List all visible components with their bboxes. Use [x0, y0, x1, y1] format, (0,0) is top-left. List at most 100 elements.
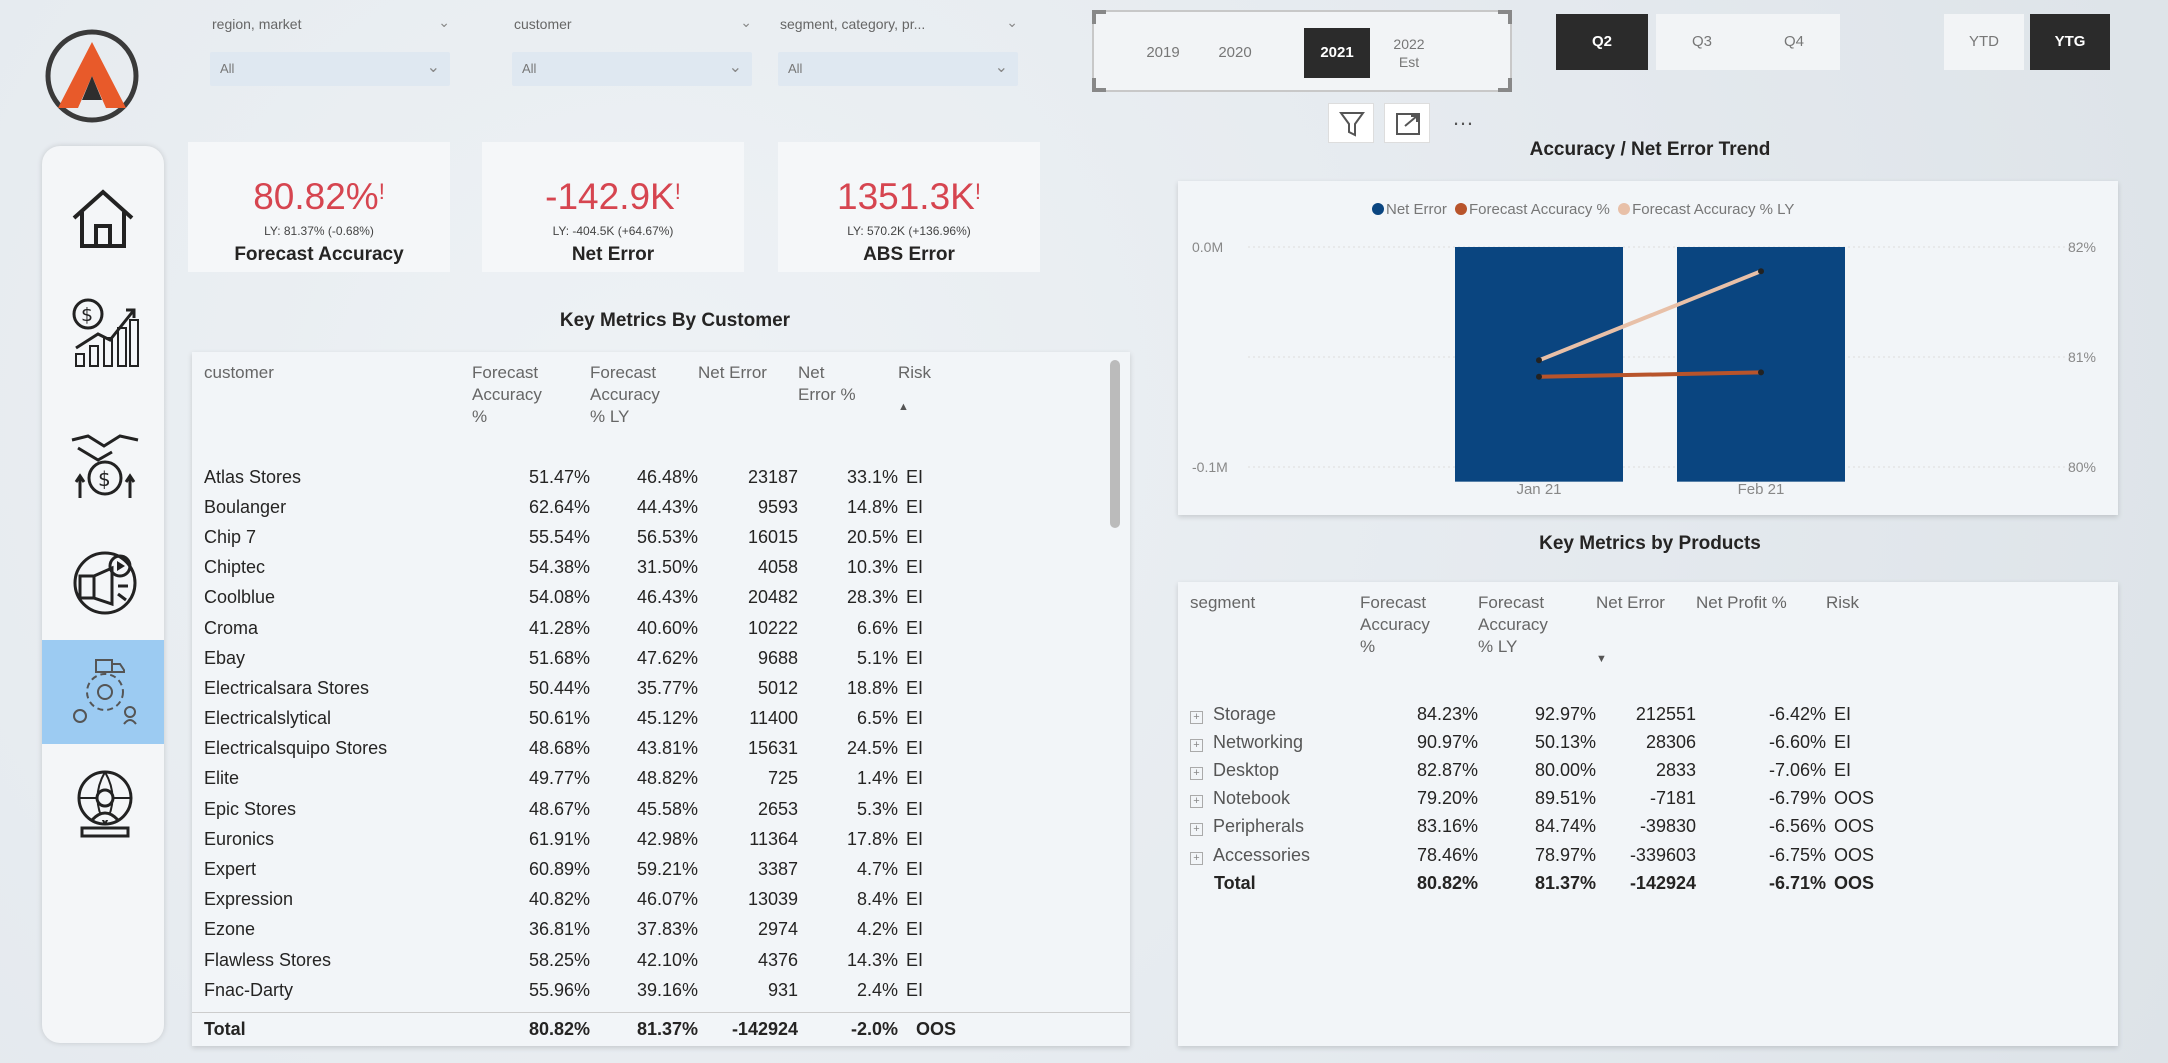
table-cell: Electricalsara Stores — [204, 677, 370, 698]
nav-sales[interactable]: $ — [42, 414, 164, 518]
company-logo — [44, 28, 140, 124]
table-row[interactable]: Expert 60.89% 59.21% 3387 4.7% EI — [204, 854, 958, 884]
column-header[interactable]: Net Profit % — [1696, 592, 1826, 700]
table-row[interactable]: + Networking 90.97% 50.13% 28306 -6.60% EI — [1190, 728, 1886, 756]
filter-icon[interactable] — [1328, 103, 1374, 143]
table-cell: 80.82% — [1416, 872, 1478, 893]
table-cell: 18.8% — [846, 677, 898, 698]
expand-icon[interactable]: + — [1190, 851, 1203, 865]
column-header[interactable]: Net Error — [698, 362, 798, 462]
accuracy-net-error-trend-chart: Net Error Forecast Accuracy % Forecast A… — [1178, 181, 2118, 515]
table-row[interactable]: Ezone 36.81% 37.83% 2974 4.2% EI — [204, 915, 958, 945]
column-header[interactable]: Risk ▲ — [898, 362, 958, 462]
more-options-icon[interactable]: … — [1440, 103, 1486, 143]
segment-category-dropdown[interactable]: All ⌄ — [778, 52, 1018, 86]
table-cell: 92.97% — [1534, 703, 1596, 724]
table-row[interactable]: Atlas Stores 51.47% 46.48% 23187 33.1% EI — [204, 462, 958, 492]
table-row[interactable]: + Notebook 79.20% 89.51% -7181 -6.79% OOS — [1190, 785, 1886, 813]
table-row[interactable]: Fnac-Darty 55.96% 39.16% 931 2.4% EI — [204, 975, 958, 1005]
table-cell: 47.62% — [636, 647, 698, 668]
table-cell: Expression — [204, 889, 294, 910]
table-cell: -7.06% — [1768, 759, 1826, 780]
column-header[interactable]: Forecast Accuracy% LY — [590, 362, 698, 462]
chevron-down-icon: ⌄ — [438, 14, 450, 30]
navigation-sidebar: $ $ — [42, 146, 164, 1043]
ytd-button[interactable]: YTD — [1944, 14, 2024, 70]
table-row[interactable]: Chiptec 54.38% 31.50% 4058 10.3% EI — [204, 553, 958, 583]
region-market-dropdown[interactable]: All ⌄ — [210, 52, 450, 86]
quarter-q3-button[interactable]: Q3 — [1656, 14, 1748, 70]
column-header[interactable]: Forecast Accuracy% — [1360, 592, 1478, 700]
nav-marketing[interactable] — [42, 532, 164, 636]
year-2020-button[interactable]: 2020 — [1202, 28, 1268, 78]
column-header[interactable]: Forecast Accuracy% LY — [1478, 592, 1596, 700]
table-row[interactable]: Electricalsara Stores 50.44% 35.77% 5012 18.… — [204, 673, 958, 703]
table-cell: 55.96% — [528, 979, 590, 1000]
expand-icon[interactable]: + — [1190, 795, 1203, 809]
table-row[interactable]: Ebay 51.68% 47.62% 9688 5.1% EI — [204, 643, 958, 673]
table-row[interactable]: + Desktop 82.87% 80.00% 2833 -7.06% EI — [1190, 756, 1886, 784]
year-2021-button[interactable]: 2021 — [1304, 28, 1370, 78]
table-row[interactable]: + Storage 84.23% 92.97% 212551 -6.42% EI — [1190, 700, 1886, 728]
table-row[interactable]: + Accessories 78.46% 78.97% -339603 -6.75% OOS — [1190, 841, 1886, 869]
table-cell: 84.23% — [1416, 703, 1478, 724]
table-cell: EI — [906, 708, 924, 729]
region-market-slicer[interactable]: region, market ⌄ All ⌄ — [200, 12, 450, 86]
total-cell: 80.82% — [528, 1019, 590, 1039]
quarter-q2-button[interactable]: Q2 — [1556, 14, 1648, 70]
table-row[interactable]: Euronics 61.91% 42.98% 11364 17.8% EI — [204, 824, 958, 854]
customer-slicer[interactable]: customer ⌄ All ⌄ — [502, 12, 752, 86]
table-row[interactable]: Epic Stores 48.67% 45.58% 2653 5.3% EI — [204, 794, 958, 824]
nav-finance[interactable]: $ — [42, 282, 164, 386]
table-row[interactable]: Chip 7 55.54% 56.53% 16015 20.5% EI — [204, 522, 958, 552]
expand-icon[interactable]: + — [1190, 823, 1203, 837]
table-cell: Euronics — [204, 828, 275, 849]
expand-icon[interactable]: + — [1190, 710, 1203, 724]
column-header[interactable]: segment — [1190, 592, 1360, 700]
customer-dropdown[interactable]: All ⌄ — [512, 52, 752, 86]
table-scrollbar[interactable] — [1110, 360, 1120, 528]
table-cell: 80.00% — [1534, 759, 1596, 780]
sort-descending-icon: ▼ — [1596, 653, 1607, 665]
kpi-title: Forecast Accuracy — [234, 244, 404, 265]
table-row[interactable]: Expression 40.82% 46.07% 13039 8.4% EI — [204, 885, 958, 915]
table-row[interactable]: + Peripherals 83.16% 84.74% -39830 -6.56% OOS — [1190, 813, 1886, 841]
expand-icon[interactable]: + — [1190, 738, 1203, 752]
table-cell: EI — [906, 798, 924, 819]
column-header[interactable]: Net Error % — [798, 362, 898, 462]
svg-text:$: $ — [98, 467, 111, 491]
table-cell: 5012 — [757, 677, 798, 698]
table-cell: + Notebook — [1190, 785, 1360, 813]
segment-category-slicer[interactable]: segment, category, pr... ⌄ All ⌄ — [768, 12, 1018, 86]
table-cell: 5.1% — [856, 647, 898, 668]
table-cell: 46.07% — [636, 889, 698, 910]
table-row[interactable]: Flawless Stores 58.25% 42.10% 4376 14.3% EI — [204, 945, 958, 975]
kpi-forecast-accuracy: 80.82%! LY: 81.37% (-0.68%) Forecast Acc… — [188, 142, 450, 272]
quarter-q4-button[interactable]: Q4 — [1748, 14, 1840, 70]
table-row[interactable]: Elite 49.77% 48.82% 725 1.4% EI — [204, 764, 958, 794]
table-cell: 62.64% — [528, 496, 590, 517]
nav-supply-chain[interactable] — [42, 640, 164, 744]
column-header[interactable]: Forecast Accuracy% — [472, 362, 590, 462]
table-row[interactable]: Electricalsquipo Stores 48.68% 43.81% 15631… — [204, 734, 958, 764]
table-row[interactable]: Boulanger 62.64% 44.43% 9593 14.8% EI — [204, 492, 958, 522]
expand-icon[interactable]: + — [1190, 766, 1203, 780]
year-2022-est-button[interactable]: 2022 Est — [1376, 28, 1442, 78]
table-cell: 16015 — [747, 526, 798, 547]
ytg-button[interactable]: YTG — [2030, 14, 2110, 70]
table-cell: 35.77% — [636, 677, 698, 698]
column-header[interactable]: Net Error ▼ — [1596, 592, 1696, 700]
table-cell: EI — [906, 466, 924, 487]
chevron-down-icon: ⌄ — [728, 59, 742, 76]
table-row[interactable]: Electricalslytical 50.61% 45.12% 11400 6.5% E… — [204, 704, 958, 734]
nav-home[interactable] — [42, 170, 164, 274]
table-row[interactable]: Croma 41.28% 40.60% 10222 6.6% EI — [204, 613, 958, 643]
column-header[interactable]: customer — [204, 362, 472, 462]
nav-executive[interactable] — [42, 754, 164, 858]
column-header[interactable]: Risk — [1826, 592, 1886, 700]
table-cell: 20482 — [747, 587, 798, 608]
focus-mode-icon[interactable] — [1384, 103, 1430, 143]
year-2019-button[interactable]: 2019 — [1130, 28, 1196, 78]
table-row[interactable]: Coolblue 54.08% 46.43% 20482 28.3% EI — [204, 583, 958, 613]
table-cell: EI — [906, 919, 924, 940]
